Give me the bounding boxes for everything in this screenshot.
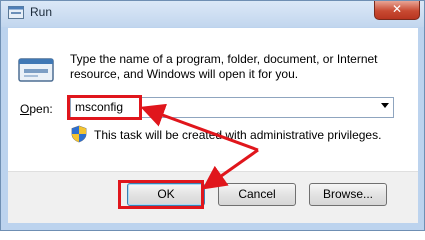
instructions-text: Type the name of a program, folder, docu… (70, 52, 378, 81)
open-label-accelerator: O (20, 102, 30, 116)
dialog-content: Type the name of a program, folder, docu… (8, 28, 418, 171)
run-icon (18, 58, 54, 82)
title-bar[interactable]: Run ✕ (1, 1, 424, 27)
ok-button[interactable]: OK (127, 183, 205, 206)
open-input[interactable] (75, 98, 365, 117)
chevron-down-icon[interactable] (381, 103, 389, 108)
run-icon (8, 6, 24, 19)
close-icon: ✕ (391, 2, 403, 16)
uac-shield-icon (71, 125, 87, 143)
open-combobox[interactable] (70, 97, 394, 118)
browse-button[interactable]: Browse... (309, 183, 387, 206)
button-bar: OK Cancel Browse... (8, 171, 418, 223)
open-label-text: pen: (29, 102, 53, 116)
close-button[interactable]: ✕ (374, 1, 420, 20)
cancel-button[interactable]: Cancel (218, 183, 296, 206)
run-dialog-window: Run ✕ Type the name of a program, folder… (0, 0, 425, 231)
admin-privileges-note: This task will be created with administr… (94, 128, 382, 142)
window-title: Run (30, 5, 53, 19)
open-label: Open: (20, 102, 53, 116)
